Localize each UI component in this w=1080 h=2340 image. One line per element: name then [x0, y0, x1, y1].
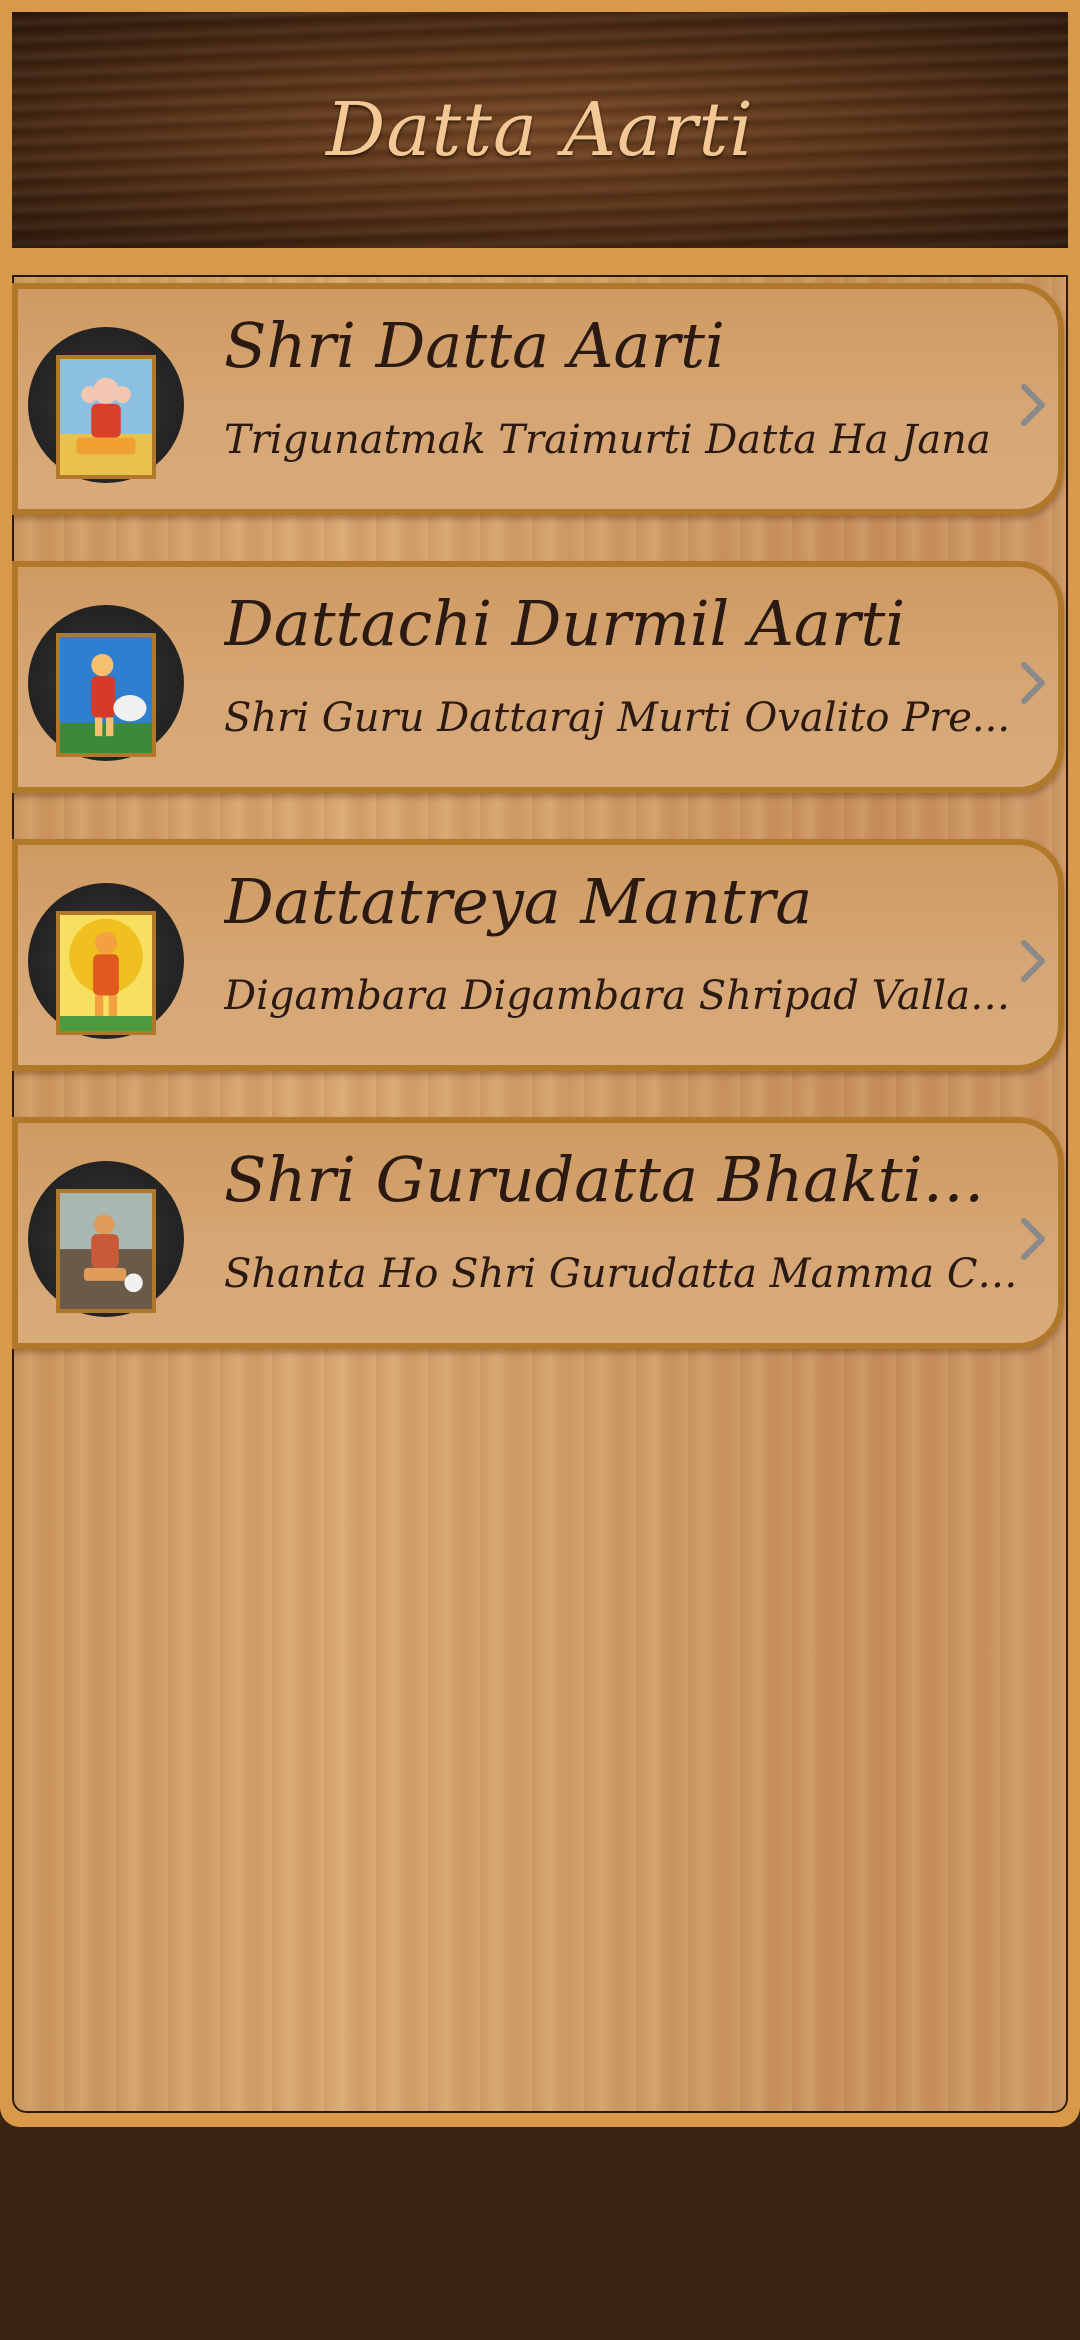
item-title: Shri Datta Aarti [224, 309, 725, 382]
header-frame: Datta Aarti [0, 0, 1080, 265]
page-title: Datta Aarti [326, 87, 754, 173]
deity-picture-icon [56, 911, 156, 1035]
list-item[interactable]: Shri Gurudatta Bhaktigeet Shanta Ho Shri… [12, 1117, 1064, 1349]
chevron-right-icon [1021, 1218, 1045, 1260]
content-panel: Shri Datta Aarti Trigunatmak Traimurti D… [12, 275, 1068, 2113]
list-item[interactable]: Dattatreya Mantra Digambara Digambara Sh… [12, 839, 1064, 1071]
item-subtitle: Trigunatmak Traimurti Datta Ha Jana [224, 417, 991, 463]
list-item[interactable]: Shri Datta Aarti Trigunatmak Traimurti D… [12, 283, 1064, 515]
chevron-right-icon [1021, 940, 1045, 982]
list-item[interactable]: Dattachi Durmil Aarti Shri Guru Dattaraj… [12, 561, 1064, 793]
chevron-right-icon [1021, 384, 1045, 426]
item-subtitle: Digambara Digambara Shripad Vallab... [224, 973, 1024, 1019]
item-title: Dattachi Durmil Aarti [224, 587, 906, 660]
item-title: Shri Gurudatta Bhaktigeet [224, 1143, 1024, 1216]
item-subtitle: Shanta Ho Shri Gurudatta Mamma Ch... [224, 1251, 1024, 1297]
deity-picture-icon [56, 355, 156, 479]
header-bar: Datta Aarti [12, 12, 1068, 248]
deity-picture-icon [56, 633, 156, 757]
deity-picture-icon [56, 1189, 156, 1313]
item-subtitle: Shri Guru Dattaraj Murti Ovalito Pre... [224, 695, 1011, 741]
thumbnail-ring [28, 605, 184, 761]
thumbnail-ring [28, 1161, 184, 1317]
thumbnail-ring [28, 883, 184, 1039]
item-title: Dattatreya Mantra [224, 865, 813, 938]
content-frame: Shri Datta Aarti Trigunatmak Traimurti D… [0, 265, 1080, 2127]
thumbnail-ring [28, 327, 184, 483]
chevron-right-icon [1021, 662, 1045, 704]
